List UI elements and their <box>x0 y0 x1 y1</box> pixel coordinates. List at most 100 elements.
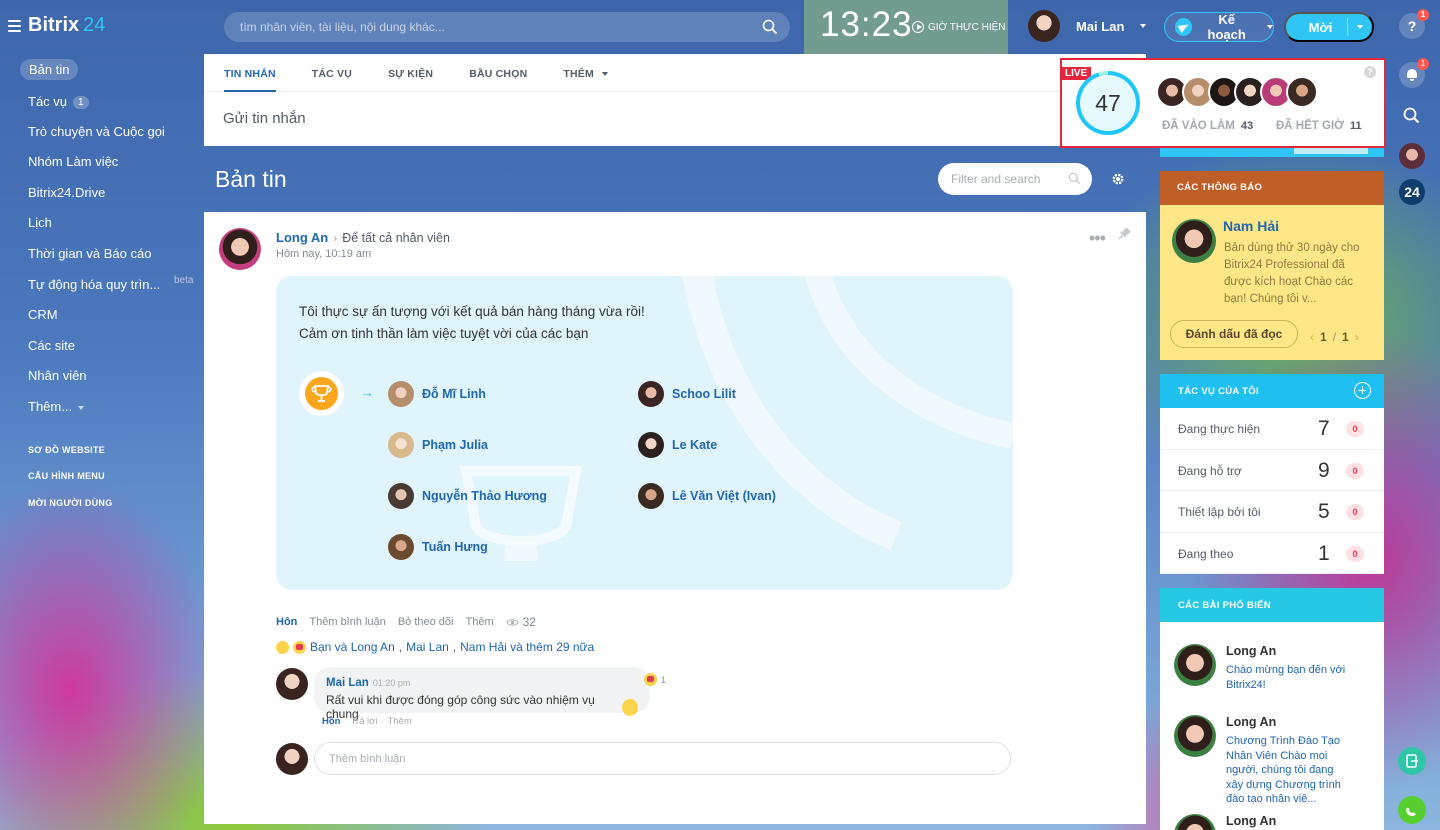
comment-more-link[interactable]: Thêm <box>387 716 411 727</box>
task-row-assisting[interactable]: Đang hỗ trợ 9 0 <box>1160 450 1384 491</box>
work-status[interactable]: GIỜ THỰC HIỆN <box>912 21 1006 33</box>
logo[interactable]: Bitrix 24 <box>28 14 105 37</box>
task-row-following[interactable]: Đang theo 1 0 <box>1160 533 1384 574</box>
help-icon[interactable]: ? <box>1364 66 1376 78</box>
add-comment-link[interactable]: Thêm bình luận <box>309 616 385 628</box>
search-icon[interactable] <box>1068 172 1081 185</box>
popular-text[interactable]: Chào mừng bạn đến với Bitrix24! <box>1226 663 1350 692</box>
notice-pager: ‹ 1 / 1 › <box>1310 330 1359 344</box>
chevron-right-icon[interactable]: › <box>1355 330 1359 344</box>
invite-button[interactable]: Mời <box>1284 12 1374 42</box>
more-icon[interactable]: ••• <box>1089 228 1106 249</box>
unfollow-link[interactable]: Bỏ theo dõi <box>398 616 454 628</box>
logo-number: 24 <box>83 14 106 36</box>
reactions-part-1[interactable]: Bạn và Long An <box>310 640 395 654</box>
menu-item-time-reports[interactable]: Thời gian và Báo cáo <box>28 246 151 261</box>
invite-users-link[interactable]: MỜI NGƯỜI DÙNG <box>28 498 113 508</box>
phone-icon[interactable] <box>1398 796 1426 824</box>
reactions-part-3[interactable]: Nam Hải và thêm 29 nữa <box>460 640 594 654</box>
gear-icon[interactable] <box>1110 171 1126 187</box>
commenter-avatar[interactable] <box>276 668 308 700</box>
eye-icon <box>506 618 519 626</box>
menu-item-sites[interactable]: Các site <box>28 338 75 353</box>
pin-icon[interactable] <box>1118 226 1132 240</box>
search-icon[interactable] <box>762 19 778 35</box>
menu-item-chat[interactable]: Trò chuyện và Cuộc gọi <box>28 124 165 139</box>
menu-burger-icon[interactable] <box>8 20 21 32</box>
plan-button[interactable]: Kế hoạch <box>1164 12 1274 42</box>
recipient[interactable]: Nguyễn Thảo Hương <box>388 483 547 509</box>
tab-message[interactable]: TIN NHẮN <box>224 54 276 92</box>
mark-read-button[interactable]: Đánh dấu đã đọc <box>1170 320 1298 348</box>
task-counter: 0 <box>1346 545 1364 562</box>
search-input[interactable] <box>224 12 790 42</box>
menu-item-drive[interactable]: Bitrix24.Drive <box>28 185 105 200</box>
author-avatar[interactable] <box>219 228 261 270</box>
avatar <box>388 534 414 560</box>
popular-text[interactable]: Chương Trình Đào Tạo Nhân Viên Chào mọi … <box>1226 734 1350 807</box>
comment-like-link[interactable]: Hôn <box>322 716 340 727</box>
notice-total: 1 <box>1342 330 1349 344</box>
tab-poll[interactable]: BẦU CHỌN <box>469 54 527 92</box>
task-number: 5 <box>1318 500 1330 523</box>
menu-item-crm[interactable]: CRM <box>28 307 58 322</box>
task-row-in-progress[interactable]: Đang thực hiện 7 0 <box>1160 408 1384 450</box>
post-composer: TIN NHẮN TÁC VỤ SỰ KIỆN BẦU CHỌN THÊM Gử… <box>204 54 1146 146</box>
author-avatar <box>1174 644 1216 686</box>
search-icon[interactable] <box>1399 103 1425 129</box>
add-task-icon[interactable] <box>1354 382 1371 399</box>
reactions-summary[interactable]: Bạn và Long An, Mai Lan, Nam Hải và thêm… <box>276 640 594 654</box>
open-lines-icon[interactable] <box>1398 747 1426 775</box>
recipient[interactable]: Schoo Lilit <box>638 381 736 407</box>
menu-item-more[interactable]: Thêm... <box>28 399 85 414</box>
menu-item-news[interactable]: Bản tin <box>20 59 79 80</box>
menu-item-automation[interactable]: Tự động hóa quy trìn... <box>28 277 160 292</box>
add-comment-field[interactable] <box>314 742 1011 775</box>
menu-item-tasks[interactable]: Tác vụ 1 <box>28 94 89 110</box>
tab-event[interactable]: SỰ KIỆN <box>388 54 433 92</box>
user-avatar[interactable] <box>1399 143 1425 169</box>
feed-filter[interactable] <box>938 163 1092 195</box>
comment-actions: Hôn Trả lời Thêm <box>322 716 412 727</box>
like-link[interactable]: Hôn <box>276 616 297 628</box>
recipient[interactable]: Le Kate <box>638 432 717 458</box>
bitrix24-icon[interactable]: 24 <box>1399 179 1425 205</box>
comment-reaction[interactable]: 1 <box>644 673 666 686</box>
author-name[interactable]: Long An <box>276 230 328 245</box>
notice-author[interactable]: Nam Hải <box>1223 218 1279 234</box>
timeman-block[interactable]: 13:23 GIỜ THỰC HIỆN <box>804 0 1008 54</box>
user-menu[interactable]: Mai Lan <box>1028 10 1147 42</box>
menu-item-calendar[interactable]: Lịch <box>28 215 52 230</box>
tab-more[interactable]: THÊM <box>563 54 608 92</box>
menu-item-employees[interactable]: Nhân viên <box>28 368 87 383</box>
message-input[interactable]: Gửi tin nhắn <box>204 92 1146 127</box>
reactions-part-2[interactable]: Mai Lan <box>406 640 449 654</box>
chevron-left-icon[interactable]: ‹ <box>1310 330 1314 344</box>
notice-author-avatar[interactable] <box>1172 219 1216 263</box>
notice-text[interactable]: Bản dùng thử 30 ngày cho Bitrix24 Profes… <box>1224 240 1374 308</box>
menu-item-workgroups[interactable]: Nhóm Làm việc <box>28 154 118 169</box>
more-link[interactable]: Thêm <box>465 616 493 628</box>
help-icon[interactable]: ? 1 <box>1399 9 1429 39</box>
sitemap-link[interactable]: SƠ ĐỒ WEBSITE <box>28 445 105 455</box>
recipient[interactable]: Lê Văn Việt (Ivan) <box>638 483 776 509</box>
comment-input[interactable] <box>315 743 1010 774</box>
global-search[interactable] <box>224 12 790 42</box>
menu-item-label: Tác vụ <box>28 94 68 109</box>
recipient[interactable]: Tuấn Hưng <box>388 534 488 560</box>
recipient-name: Nguyễn Thảo Hương <box>422 489 547 503</box>
post-time[interactable]: Hôm nay, 10:19 am <box>276 248 371 260</box>
views-counter: 32 <box>506 615 536 629</box>
recipient[interactable]: Phạm Julia <box>388 432 488 458</box>
task-row-set-by-me[interactable]: Thiết lập bởi tôi 5 0 <box>1160 491 1384 533</box>
bell-icon[interactable]: 1 <box>1399 58 1429 88</box>
comment-author[interactable]: Mai Lan <box>326 677 369 689</box>
post-destination[interactable]: Để tất cả nhân viên <box>342 231 450 245</box>
recipient[interactable]: Đỗ Mĩ Linh <box>388 381 486 407</box>
comment-reply-link[interactable]: Trả lời <box>350 716 377 727</box>
configure-menu-link[interactable]: CẤU HÌNH MENU <box>28 471 105 481</box>
live-attendance-widget[interactable]: LIVE 47 ĐÃ VÀO LÀM 43 ĐÃ HẾT GIỜ 11 ? <box>1060 58 1386 148</box>
tab-task[interactable]: TÁC VỤ <box>312 54 352 92</box>
task-number: 9 <box>1318 458 1330 482</box>
chevron-down-icon[interactable] <box>1357 25 1363 29</box>
